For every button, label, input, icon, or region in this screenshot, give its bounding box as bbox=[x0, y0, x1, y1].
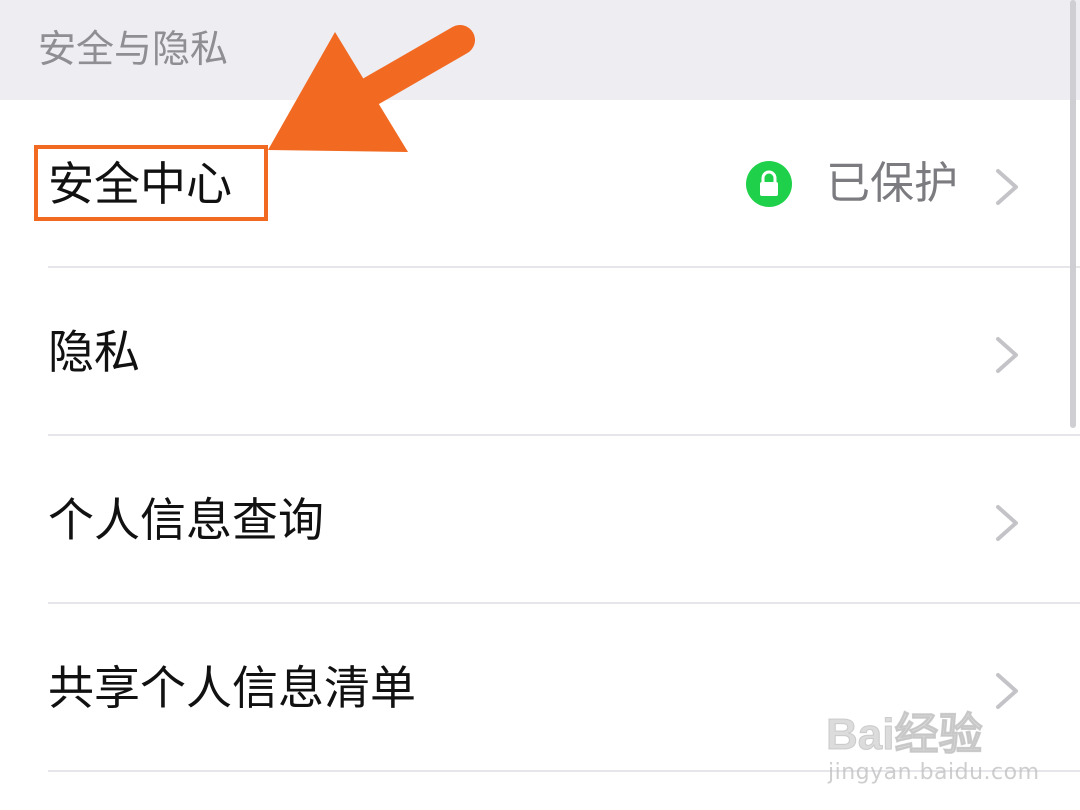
lock-icon bbox=[746, 161, 792, 207]
row-privacy[interactable]: 隐私 bbox=[0, 268, 1080, 436]
settings-screen: 安全与隐私 安全中心 已保护 隐私 个人信息查询 共享个人信息清单 Bai经验 … bbox=[0, 0, 1080, 810]
status-indicator: 已保护 bbox=[746, 155, 958, 213]
row-label: 隐私 bbox=[48, 325, 140, 379]
section-title: 安全与隐私 bbox=[38, 27, 229, 71]
row-personal-info-query[interactable]: 个人信息查询 bbox=[0, 436, 1080, 604]
row-label: 共享个人信息清单 bbox=[48, 661, 416, 715]
chevron-right-icon bbox=[996, 169, 1018, 205]
chevron-right-icon bbox=[996, 505, 1018, 541]
highlight-box bbox=[34, 145, 268, 221]
watermark-brand: Bai经验 bbox=[825, 710, 983, 760]
chevron-right-icon bbox=[996, 337, 1018, 373]
watermark: Bai经验 jingyan.baidu.com bbox=[825, 690, 1056, 790]
status-text: 已保护 bbox=[826, 158, 958, 209]
row-label: 个人信息查询 bbox=[48, 493, 324, 547]
scrollbar[interactable] bbox=[1070, 0, 1076, 428]
section-header: 安全与隐私 bbox=[0, 0, 1080, 100]
watermark-url: jingyan.baidu.com bbox=[828, 760, 1040, 785]
